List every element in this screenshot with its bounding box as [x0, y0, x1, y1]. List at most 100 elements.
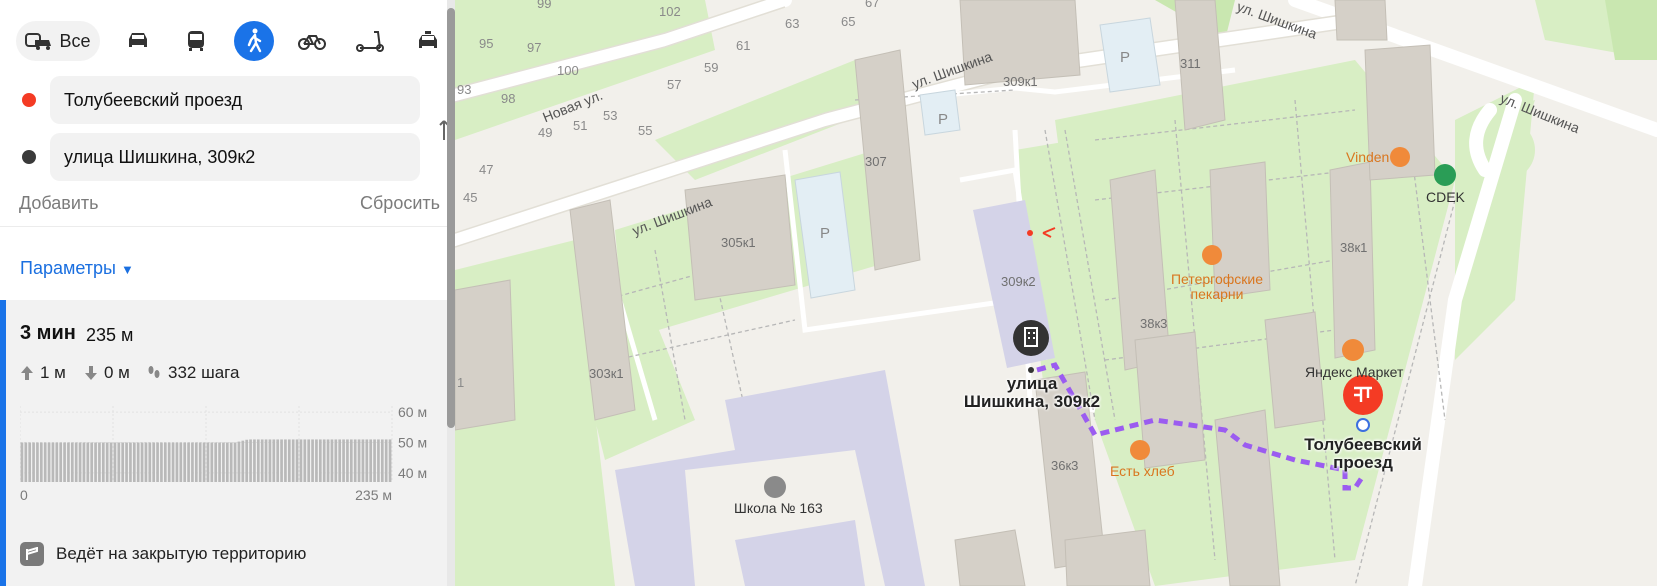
- poi-petergof-label[interactable]: Петергофские пекарни: [1163, 272, 1271, 302]
- elevation-bar: [330, 439, 334, 482]
- pedestrian-icon: [247, 28, 262, 53]
- house-number: 65: [841, 14, 856, 29]
- elevation-bar: [163, 442, 167, 482]
- house-number: 93: [457, 82, 472, 97]
- poi-bread-label[interactable]: Есть хлеб: [1110, 464, 1175, 479]
- house-number: 102: [659, 4, 681, 19]
- elevation-bar: [299, 439, 303, 482]
- barrier-icon: [20, 542, 44, 566]
- start-point-label[interactable]: Толубеевский проезд: [1303, 436, 1423, 472]
- y-tick-label: 50 м: [398, 434, 427, 450]
- mode-all-label: Все: [59, 30, 91, 51]
- steps-value: 332 шага: [168, 363, 240, 382]
- elevation-bar: [322, 439, 326, 482]
- poi-vinden-label[interactable]: Vinden: [1346, 150, 1389, 165]
- market-icon[interactable]: [1342, 339, 1364, 361]
- poi-cdek-label[interactable]: CDEK: [1426, 189, 1465, 205]
- mode-pedestrian-button[interactable]: [234, 21, 274, 61]
- elevation-bar: [214, 442, 218, 482]
- elevation-bar: [346, 439, 349, 482]
- entrance-dot: [1027, 230, 1033, 236]
- elevation-bar: [249, 439, 252, 482]
- closed-territory-warning: Ведёт на закрытую территорию: [20, 542, 306, 566]
- elevation-bar: [105, 442, 109, 482]
- elevation-bar: [388, 439, 392, 482]
- mode-all-button[interactable]: Все: [16, 21, 100, 61]
- house-number: 61: [736, 38, 751, 53]
- elevation-bar: [342, 439, 345, 482]
- house-number: 45: [463, 190, 478, 205]
- elevation-bar: [287, 439, 291, 482]
- mode-car-button[interactable]: [118, 21, 158, 61]
- end-point-label[interactable]: улица Шишкина, 309к2: [962, 375, 1102, 411]
- elevation-bar: [121, 442, 125, 482]
- ascent-value: 1 м: [40, 363, 66, 382]
- bakery-icon[interactable]: [1202, 245, 1222, 265]
- poi-school-label[interactable]: Школа № 163: [734, 500, 823, 516]
- divider: [0, 226, 447, 227]
- mode-taxi-button[interactable]: [408, 21, 447, 61]
- car-icon: [129, 33, 147, 47]
- elevation-bar: [171, 442, 175, 482]
- parking-sign: P: [1120, 49, 1130, 66]
- elevation-bar: [109, 442, 113, 482]
- to-field[interactable]: улица Шишкина, 309к2: [50, 133, 420, 181]
- x-tick-label: 235 м: [355, 487, 392, 503]
- elevation-bar: [132, 442, 136, 482]
- route-distance: 235 м: [86, 325, 134, 345]
- elevation-bar: [303, 439, 307, 482]
- elevation-bar: [183, 442, 187, 482]
- house-number: 67: [865, 0, 880, 10]
- house-number: 309к2: [1001, 274, 1036, 289]
- elevation-bar: [338, 439, 342, 482]
- house-number: 63: [785, 16, 800, 31]
- reset-link[interactable]: Сбросить: [360, 193, 440, 214]
- house-number: 99: [537, 0, 552, 11]
- route-selected-accent: [0, 300, 6, 586]
- caret-down-icon: ▼: [120, 262, 134, 277]
- elevation-bar: [377, 439, 380, 482]
- vinden-icon[interactable]: [1390, 147, 1410, 167]
- elevation-bar: [315, 439, 318, 482]
- elevation-bar: [311, 439, 314, 482]
- from-field[interactable]: Толубеевский проезд: [50, 76, 420, 124]
- mode-bus-button[interactable]: [176, 21, 216, 61]
- elevation-bar: [326, 439, 330, 482]
- route-panel: Все Толубеевский проезд улица Шишкина, 3…: [0, 0, 447, 586]
- mode-scooter-button[interactable]: [350, 21, 390, 61]
- elevation-bar: [295, 439, 299, 482]
- elevation-bar: [349, 439, 353, 482]
- house-number: 38к3: [1140, 316, 1168, 331]
- house-number: 51: [573, 118, 588, 133]
- elevation-bar: [39, 442, 43, 482]
- elevation-bar: [318, 439, 322, 482]
- mode-bicycle-button[interactable]: [292, 21, 332, 61]
- elevation-bar: [256, 439, 260, 482]
- bread-shop-icon[interactable]: [1130, 440, 1150, 460]
- swap-points-icon[interactable]: [438, 118, 447, 142]
- elevation-bar: [144, 442, 148, 482]
- cdek-icon[interactable]: [1434, 164, 1456, 186]
- elevation-bar: [167, 442, 171, 482]
- elevation-bar: [156, 442, 159, 482]
- house-number: 55: [638, 123, 653, 138]
- elevation-bar: [264, 439, 268, 482]
- elevation-bar: [218, 442, 221, 482]
- elevation-bar: [365, 439, 369, 482]
- map-canvas[interactable]: P P P Новая ул. ул. Шишкина ул. Шишкина …: [448, 0, 1657, 586]
- panel-scroll-thumb[interactable]: [447, 8, 455, 428]
- elevation-bar: [260, 439, 264, 482]
- poi-market-label[interactable]: Яндекс Маркет: [1305, 364, 1403, 380]
- house-number: 36к3: [1051, 458, 1079, 473]
- elevation-bar: [63, 442, 66, 482]
- school-icon[interactable]: [764, 476, 786, 498]
- map-drawing[interactable]: P P P: [448, 0, 1657, 586]
- params-toggle[interactable]: Параметры ▼: [20, 258, 134, 279]
- arrow-up-icon: [21, 366, 33, 380]
- add-point-link[interactable]: Добавить: [19, 193, 99, 214]
- house-number: 1: [457, 375, 465, 390]
- elevation-bar: [237, 441, 241, 482]
- elevation-bar: [268, 439, 272, 482]
- elevation-bar: [284, 439, 287, 482]
- parking-sign: P: [938, 111, 948, 128]
